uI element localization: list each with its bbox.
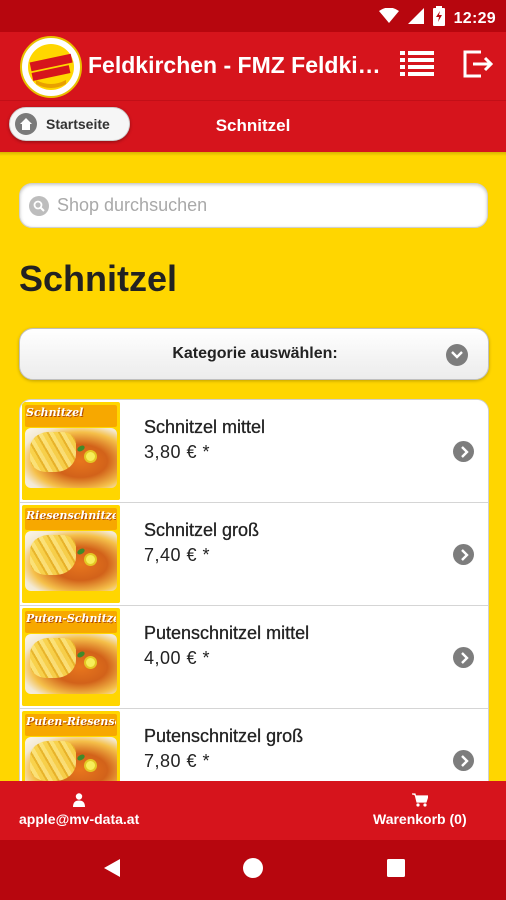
category-select[interactable]: Kategorie auswählen: [19,328,489,380]
app-bar: Feldkirchen - FMZ Feldkirchen [0,32,506,100]
product-item[interactable]: Schnitzel Schnitzel mittel 3,80 € * [20,400,488,503]
cart-icon [411,792,428,808]
logout-icon [461,48,494,85]
status-time: 12:29 [453,9,496,27]
cart-button[interactable]: Warenkorb (0) [373,792,467,827]
search-field[interactable] [19,183,488,228]
menu-list-button[interactable] [398,47,436,85]
account-button[interactable]: apple@mv-data.at [19,792,139,827]
chevron-down-icon [446,344,468,366]
home-nav-button[interactable] [241,857,265,884]
back-icon [103,858,121,883]
page-title: Schnitzel [19,258,178,299]
chevron-right-icon [453,750,474,771]
status-icons: 12:29 [378,6,496,31]
product-price: 7,80 € * [144,751,211,771]
product-item[interactable]: Riesenschnitzel Schnitzel groß 7,40 € * [20,503,488,606]
logout-button[interactable] [458,47,496,85]
bottom-bar: apple@mv-data.at Warenkorb (0) [0,781,506,840]
product-item[interactable]: Puten-Schnitzel Putenschnitzel mittel 4,… [20,606,488,709]
chevron-right-icon [453,544,474,565]
product-image: Puten-Riesenschnitzel [22,711,120,781]
account-label: apple@mv-data.at [19,811,140,827]
search-icon [29,195,49,216]
product-price: 3,80 € * [144,442,211,462]
signal-icon [407,8,424,29]
product-image: Riesenschnitzel [22,505,120,603]
product-item[interactable]: Puten-Riesenschnitzel Putenschnitzel gro… [20,709,488,781]
battery-icon [432,6,445,31]
recents-icon [386,858,406,883]
section-title: Schnitzel [215,116,291,135]
product-name: Schnitzel groß [144,520,260,540]
recents-button[interactable] [384,858,408,882]
product-name: Schnitzel mittel [144,417,266,437]
product-image: Puten-Schnitzel [22,608,120,706]
header-shadow [0,152,506,156]
category-select-label: Kategorie auswählen: [172,345,338,362]
search-input[interactable] [57,195,477,216]
status-bar: 12:29 [0,0,506,32]
product-name: Putenschnitzel mittel [144,623,310,643]
product-price: 4,00 € * [144,648,211,668]
user-icon [73,792,86,808]
chevron-right-icon [453,647,474,668]
app-logo [20,36,82,98]
product-price: 7,40 € * [144,545,211,565]
sub-header: Startseite Schnitzel [0,100,506,152]
product-image: Schnitzel [22,402,120,500]
home-nav-icon [242,857,264,884]
chevron-right-icon [453,441,474,462]
wifi-icon [378,7,399,29]
back-button[interactable] [100,858,124,882]
app-title: Feldkirchen - FMZ Feldkirchen [88,52,388,78]
list-icon [400,50,434,83]
system-nav-bar [0,840,506,900]
product-name: Putenschnitzel groß [144,726,304,746]
product-list: Schnitzel Schnitzel mittel 3,80 € * Ries… [19,399,489,781]
cart-label: Warenkorb (0) [373,811,467,827]
